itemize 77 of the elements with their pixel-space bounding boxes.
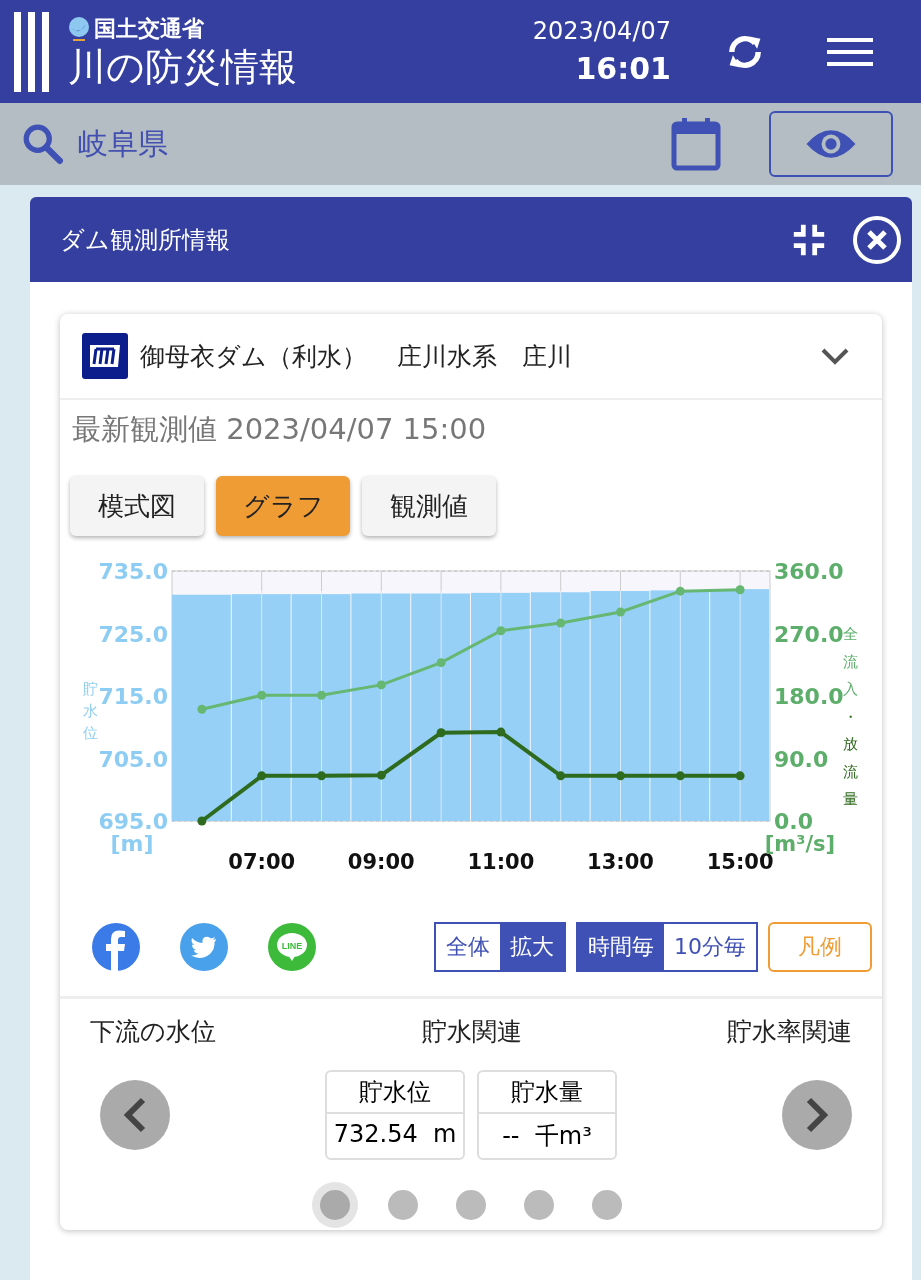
point [317,771,326,781]
point [616,771,625,781]
logo-bars-icon [14,11,50,92]
x-axis-tick: 11:00 [467,850,535,874]
y-axis-tick: 270.0 [774,621,844,647]
view-tab[interactable]: グラフ [216,476,350,536]
chevron-right-icon [805,1097,829,1133]
point [675,771,685,781]
search-field[interactable]: 岐阜県 [78,123,168,165]
app-title: 川の防災情報 [68,43,297,90]
close-icon[interactable] [852,214,902,265]
station-name: 御母衣ダム（利水） [140,340,367,373]
point [197,704,207,714]
dam-logo-icon [82,333,128,379]
point [257,690,267,700]
y-axis-tick: 90.0 [774,746,829,772]
point [317,690,326,700]
view-tab[interactable]: 模式図 [70,476,204,536]
page-dot[interactable] [388,1190,418,1220]
eye-icon [804,128,858,160]
point [376,770,386,780]
panel-title: ダム観測所情報 [60,224,230,256]
interval-option[interactable]: 時間毎 [578,924,664,970]
ministry-name: 国土交通省 [94,14,204,43]
point [735,771,745,781]
current-date: 2023/04/07 [532,17,671,45]
x-axis-tick: 13:00 [587,850,654,874]
y-axis-tick: 360.0 [774,559,844,584]
page-dot[interactable] [592,1190,622,1220]
latest-observation: 最新観測値 2023/04/07 15:00 [71,411,488,448]
current-time: 16:01 [575,51,671,86]
chevron-icon[interactable] [820,346,850,366]
value-label: 貯水量 [479,1072,615,1114]
value-reading: -- 千m³ [502,1121,592,1152]
menu-icon[interactable] [827,35,873,68]
y-axis-tick: 695.0 [98,809,168,834]
y-axis-tick: 705.0 [98,746,168,772]
value-reading: 732.54 m [333,1119,457,1150]
y-axis-tick: 735.0 [98,559,168,584]
point [675,586,685,596]
x-axis-tick: 07:00 [228,850,296,874]
point [257,771,267,781]
point [436,728,446,738]
calendar-icon[interactable] [671,117,721,171]
point [197,816,207,826]
y-axis-label: 貯水位 [82,680,98,742]
chevron-left-icon [123,1097,147,1133]
view-tab[interactable]: 観測値 [362,476,496,536]
point [556,618,566,628]
page-dot[interactable] [456,1190,486,1220]
previous-section-label: 下流の水位 [90,1016,216,1048]
facebook-share-icon[interactable] [92,923,140,971]
y-axis-tick: 0.0 [774,809,813,834]
search-icon[interactable] [22,123,64,165]
y-axis-label: ・放流量 [842,707,858,808]
range-option[interactable]: 拡大 [500,924,564,970]
ministry-logo-icon [68,15,90,42]
x-axis-tick: 09:00 [347,850,415,874]
y-axis-tick: 180.0 [774,684,844,709]
value-label: 貯水位 [327,1072,463,1114]
visibility-button[interactable] [769,111,893,177]
page-dot[interactable] [524,1190,554,1220]
river-name: 庄川水系 庄川 [397,340,572,373]
point [496,626,506,636]
point [735,585,745,595]
point [616,607,625,617]
twitter-share-icon[interactable] [180,923,228,971]
point [556,771,566,781]
point [376,680,386,690]
section-title: 貯水関連 [421,1016,522,1048]
point [496,727,506,737]
point [436,658,446,668]
y-axis-tick: 715.0 [98,684,168,709]
next-section-label: 貯水率関連 [727,1016,852,1048]
y-axis-label: 全流入 [842,625,858,698]
y-axis-unit: [m] [110,831,154,856]
y-axis-tick: 725.0 [98,621,168,647]
